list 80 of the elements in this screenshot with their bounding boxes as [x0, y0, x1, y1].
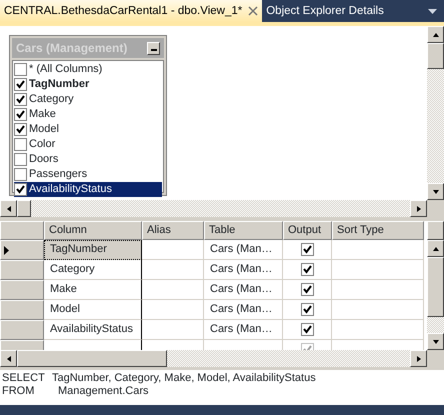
output-checkbox[interactable] [300, 303, 314, 316]
check-icon [15, 94, 26, 105]
scroll-thumb[interactable] [427, 257, 444, 317]
check-icon [302, 324, 312, 335]
table-cell[interactable]: Cars (Man… [204, 260, 283, 280]
output-checkbox[interactable] [300, 283, 314, 296]
column-header[interactable]: Alias [142, 221, 204, 240]
table-cell[interactable]: Cars (Man… [204, 280, 283, 300]
left-arrow-icon [4, 354, 12, 362]
output-checkbox[interactable] [300, 263, 314, 276]
minimize-button[interactable] [147, 42, 160, 54]
scroll-up-button[interactable] [427, 26, 444, 43]
minus-icon [150, 48, 156, 52]
scroll-thumb[interactable] [427, 43, 444, 69]
column-header[interactable]: Table [204, 221, 283, 240]
scroll-thumb[interactable] [17, 200, 31, 217]
column-header[interactable]: Column [44, 221, 142, 240]
scroll-right-button[interactable] [410, 200, 427, 217]
check-icon [302, 284, 312, 295]
current-row-icon [4, 246, 9, 254]
column-item[interactable]: TagNumber [14, 77, 162, 92]
right-arrow-icon [414, 204, 422, 212]
check-icon [302, 264, 312, 275]
column-item[interactable]: Doors [14, 152, 162, 167]
scroll-right-button[interactable] [410, 350, 427, 367]
column-cell[interactable]: Model [44, 300, 142, 320]
column-item[interactable]: * (All Columns) [14, 62, 162, 77]
table-cell[interactable]: Cars (Man… [204, 320, 283, 340]
table-cell[interactable]: Cars (Man… [204, 240, 283, 260]
close-icon[interactable] [248, 6, 258, 16]
scroll-left-button[interactable] [0, 200, 17, 217]
tab[interactable]: Object Explorer Details [262, 0, 388, 22]
column-cell[interactable]: Category [44, 260, 142, 280]
sql-text: Management.Cars [58, 385, 148, 398]
output-checkbox[interactable] [300, 323, 314, 336]
down-arrow-icon [432, 338, 440, 346]
check-icon [302, 304, 312, 315]
checkbox[interactable] [14, 78, 27, 91]
column-item[interactable]: Model [14, 122, 162, 137]
column-header[interactable]: Output [283, 221, 332, 240]
checkbox[interactable] [14, 108, 27, 121]
column-cell[interactable]: AvailabilityStatus [44, 320, 142, 340]
column-cell[interactable]: TagNumber [44, 240, 142, 260]
dropdown-arrow-icon[interactable] [428, 9, 437, 14]
checkbox[interactable] [14, 93, 27, 106]
sql-text: TagNumber, Category, Make, Model, AvailabilityStatus [52, 372, 316, 385]
column-item[interactable]: Make [14, 107, 162, 122]
column-item[interactable]: Category [14, 92, 162, 107]
check-icon [15, 79, 26, 90]
checkbox[interactable] [14, 153, 27, 166]
scroll-down-button[interactable] [427, 333, 444, 350]
check-icon [302, 244, 312, 255]
output-checkbox[interactable] [300, 243, 314, 256]
sql-keyword: FROM [2, 385, 36, 398]
column-item[interactable]: AvailabilityStatus [14, 182, 162, 197]
column-cell[interactable]: Make [44, 280, 142, 300]
checkbox[interactable] [14, 138, 27, 151]
up-arrow-icon [432, 244, 440, 252]
scroll-left-button[interactable] [0, 350, 17, 367]
scroll-down-button[interactable] [427, 183, 444, 200]
sql-keyword: SELECT [2, 372, 46, 385]
column-header[interactable]: Sort Type [332, 221, 424, 240]
scroll-up-button[interactable] [427, 240, 444, 257]
scroll-thumb[interactable] [17, 350, 167, 367]
checkbox[interactable] [14, 123, 27, 136]
row-selector[interactable] [0, 240, 44, 260]
column-item[interactable]: Passengers [14, 167, 162, 182]
checkbox[interactable] [14, 183, 27, 196]
column-item[interactable]: Color [14, 137, 162, 152]
check-icon [15, 124, 26, 135]
left-arrow-icon [4, 204, 12, 212]
check-icon [15, 109, 26, 120]
checkbox[interactable] [14, 63, 27, 76]
up-arrow-icon [432, 30, 440, 38]
checkbox[interactable] [14, 168, 27, 181]
table-cell[interactable]: Cars (Man… [204, 300, 283, 320]
right-arrow-icon [414, 354, 422, 362]
check-icon [15, 184, 26, 195]
tab[interactable]: CENTRAL.BethesdaCarRental1 - dbo.View_1* [0, 0, 262, 22]
down-arrow-icon [432, 188, 440, 196]
